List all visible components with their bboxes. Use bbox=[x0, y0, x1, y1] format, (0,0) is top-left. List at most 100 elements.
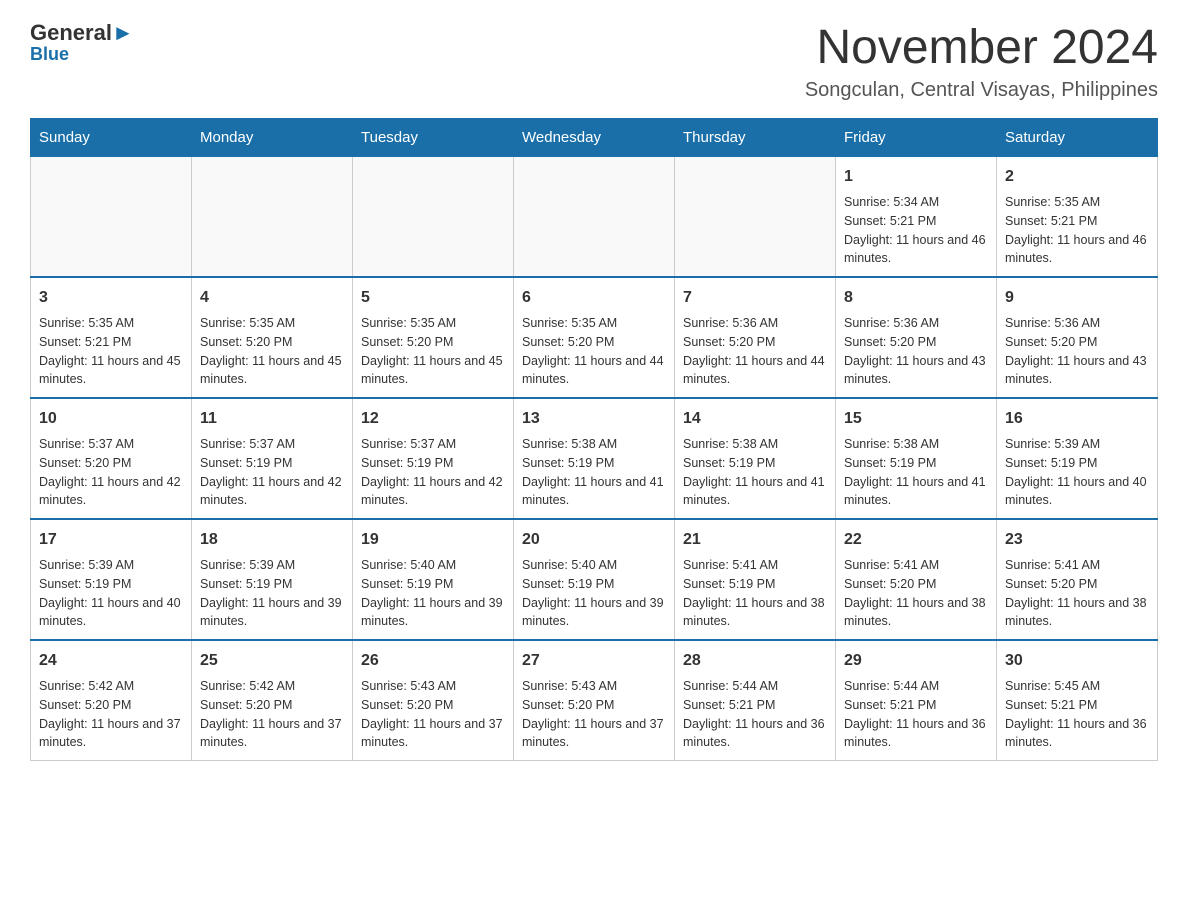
day-info: Sunrise: 5:36 AMSunset: 5:20 PMDaylight:… bbox=[683, 314, 827, 389]
col-sunday: Sunday bbox=[31, 119, 192, 157]
calendar-week-row: 3Sunrise: 5:35 AMSunset: 5:21 PMDaylight… bbox=[31, 277, 1158, 398]
day-number: 24 bbox=[39, 649, 183, 673]
calendar-week-row: 10 Sunrise: 5:37 AMSunset: 5:20 PMDayligh… bbox=[31, 398, 1158, 519]
calendar-cell bbox=[514, 157, 675, 278]
calendar-week-row: 17 Sunrise: 5:39 AMSunset: 5:19 PMDayligh… bbox=[31, 519, 1158, 640]
page-header: General ► Blue November 2024 Songculan, … bbox=[30, 20, 1158, 102]
calendar-table: Sunday Monday Tuesday Wednesday Thursday… bbox=[30, 118, 1158, 761]
day-number: 10 bbox=[39, 407, 183, 431]
day-number: 15 bbox=[844, 407, 988, 431]
location-title: Songculan, Central Visayas, Philippines bbox=[805, 79, 1158, 102]
day-number: 22 bbox=[844, 528, 988, 552]
calendar-cell: 22 Sunrise: 5:41 AMSunset: 5:20 PMDayligh… bbox=[836, 519, 997, 640]
logo-sub: Blue bbox=[30, 44, 69, 65]
day-number: 5 bbox=[361, 286, 505, 310]
calendar-cell: 11 Sunrise: 5:37 AMSunset: 5:19 PMDayligh… bbox=[192, 398, 353, 519]
day-info: Sunrise: 5:38 AMSunset: 5:19 PMDaylight:… bbox=[522, 435, 666, 510]
logo-text: General ► bbox=[30, 20, 134, 46]
calendar-cell: 10 Sunrise: 5:37 AMSunset: 5:20 PMDayligh… bbox=[31, 398, 192, 519]
day-info: Sunrise: 5:41 AMSunset: 5:19 PMDaylight:… bbox=[683, 556, 827, 631]
calendar-cell: 19 Sunrise: 5:40 AMSunset: 5:19 PMDayligh… bbox=[353, 519, 514, 640]
calendar-cell: 13 Sunrise: 5:38 AMSunset: 5:19 PMDayligh… bbox=[514, 398, 675, 519]
day-info: Sunrise: 5:37 AMSunset: 5:19 PMDaylight:… bbox=[361, 435, 505, 510]
calendar-cell: 27 Sunrise: 5:43 AMSunset: 5:20 PMDayligh… bbox=[514, 640, 675, 761]
day-number: 1 bbox=[844, 165, 988, 189]
col-saturday: Saturday bbox=[997, 119, 1158, 157]
calendar-cell: 9 Sunrise: 5:36 AMSunset: 5:20 PMDaylight… bbox=[997, 277, 1158, 398]
day-number: 19 bbox=[361, 528, 505, 552]
day-info: Sunrise: 5:45 AMSunset: 5:21 PMDaylight:… bbox=[1005, 677, 1149, 752]
day-number: 30 bbox=[1005, 649, 1149, 673]
day-number: 23 bbox=[1005, 528, 1149, 552]
day-info: Sunrise: 5:39 AMSunset: 5:19 PMDaylight:… bbox=[39, 556, 183, 631]
day-info: Sunrise: 5:37 AMSunset: 5:19 PMDaylight:… bbox=[200, 435, 344, 510]
day-number: 18 bbox=[200, 528, 344, 552]
calendar-cell: 8 Sunrise: 5:36 AMSunset: 5:20 PMDaylight… bbox=[836, 277, 997, 398]
title-section: November 2024 Songculan, Central Visayas… bbox=[805, 20, 1158, 102]
calendar-cell bbox=[353, 157, 514, 278]
calendar-cell: 28 Sunrise: 5:44 AMSunset: 5:21 PMDayligh… bbox=[675, 640, 836, 761]
calendar-cell: 30 Sunrise: 5:45 AMSunset: 5:21 PMDayligh… bbox=[997, 640, 1158, 761]
logo: General ► Blue bbox=[30, 20, 134, 65]
day-info: Sunrise: 5:41 AMSunset: 5:20 PMDaylight:… bbox=[844, 556, 988, 631]
day-number: 8 bbox=[844, 286, 988, 310]
day-number: 27 bbox=[522, 649, 666, 673]
day-number: 2 bbox=[1005, 165, 1149, 189]
day-number: 4 bbox=[200, 286, 344, 310]
day-number: 9 bbox=[1005, 286, 1149, 310]
day-number: 29 bbox=[844, 649, 988, 673]
day-info: Sunrise: 5:36 AMSunset: 5:20 PMDaylight:… bbox=[1005, 314, 1149, 389]
calendar-cell: 3Sunrise: 5:35 AMSunset: 5:21 PMDaylight… bbox=[31, 277, 192, 398]
day-info: Sunrise: 5:38 AMSunset: 5:19 PMDaylight:… bbox=[844, 435, 988, 510]
day-info: Sunrise: 5:44 AMSunset: 5:21 PMDaylight:… bbox=[683, 677, 827, 752]
calendar-cell: 29 Sunrise: 5:44 AMSunset: 5:21 PMDayligh… bbox=[836, 640, 997, 761]
calendar-cell bbox=[192, 157, 353, 278]
calendar-cell: 15 Sunrise: 5:38 AMSunset: 5:19 PMDayligh… bbox=[836, 398, 997, 519]
calendar-cell: 21 Sunrise: 5:41 AMSunset: 5:19 PMDayligh… bbox=[675, 519, 836, 640]
day-info: Sunrise: 5:35 AMSunset: 5:20 PMDaylight:… bbox=[200, 314, 344, 389]
day-info: Sunrise: 5:35 AMSunset: 5:21 PMDaylight:… bbox=[1005, 193, 1149, 268]
day-number: 7 bbox=[683, 286, 827, 310]
day-info: Sunrise: 5:35 AMSunset: 5:20 PMDaylight:… bbox=[361, 314, 505, 389]
calendar-cell: 4 Sunrise: 5:35 AMSunset: 5:20 PMDaylight… bbox=[192, 277, 353, 398]
day-info: Sunrise: 5:39 AMSunset: 5:19 PMDaylight:… bbox=[1005, 435, 1149, 510]
day-number: 3 bbox=[39, 286, 183, 310]
calendar-cell: 2 Sunrise: 5:35 AMSunset: 5:21 PMDaylight… bbox=[997, 157, 1158, 278]
day-info: Sunrise: 5:37 AMSunset: 5:20 PMDaylight:… bbox=[39, 435, 183, 510]
day-number: 26 bbox=[361, 649, 505, 673]
day-number: 13 bbox=[522, 407, 666, 431]
col-friday: Friday bbox=[836, 119, 997, 157]
calendar-cell: 14Sunrise: 5:38 AMSunset: 5:19 PMDayligh… bbox=[675, 398, 836, 519]
day-info: Sunrise: 5:43 AMSunset: 5:20 PMDaylight:… bbox=[522, 677, 666, 752]
month-title: November 2024 bbox=[805, 20, 1158, 75]
day-info: Sunrise: 5:44 AMSunset: 5:21 PMDaylight:… bbox=[844, 677, 988, 752]
logo-general: General bbox=[30, 20, 112, 46]
calendar-cell: 7 Sunrise: 5:36 AMSunset: 5:20 PMDaylight… bbox=[675, 277, 836, 398]
calendar-header-row: Sunday Monday Tuesday Wednesday Thursday… bbox=[31, 119, 1158, 157]
calendar-cell: 24 Sunrise: 5:42 AMSunset: 5:20 PMDayligh… bbox=[31, 640, 192, 761]
calendar-cell: 20Sunrise: 5:40 AMSunset: 5:19 PMDayligh… bbox=[514, 519, 675, 640]
day-info: Sunrise: 5:42 AMSunset: 5:20 PMDaylight:… bbox=[39, 677, 183, 752]
day-number: 6 bbox=[522, 286, 666, 310]
day-info: Sunrise: 5:43 AMSunset: 5:20 PMDaylight:… bbox=[361, 677, 505, 752]
col-wednesday: Wednesday bbox=[514, 119, 675, 157]
calendar-cell: 6Sunrise: 5:35 AMSunset: 5:20 PMDaylight… bbox=[514, 277, 675, 398]
calendar-week-row: 1 Sunrise: 5:34 AMSunset: 5:21 PMDaylight… bbox=[31, 157, 1158, 278]
col-monday: Monday bbox=[192, 119, 353, 157]
day-info: Sunrise: 5:34 AMSunset: 5:21 PMDaylight:… bbox=[844, 193, 988, 268]
day-info: Sunrise: 5:36 AMSunset: 5:20 PMDaylight:… bbox=[844, 314, 988, 389]
calendar-cell: 26 Sunrise: 5:43 AMSunset: 5:20 PMDayligh… bbox=[353, 640, 514, 761]
day-info: Sunrise: 5:41 AMSunset: 5:20 PMDaylight:… bbox=[1005, 556, 1149, 631]
day-number: 17 bbox=[39, 528, 183, 552]
day-number: 21 bbox=[683, 528, 827, 552]
day-info: Sunrise: 5:40 AMSunset: 5:19 PMDaylight:… bbox=[361, 556, 505, 631]
day-number: 28 bbox=[683, 649, 827, 673]
day-number: 11 bbox=[200, 407, 344, 431]
calendar-cell: 18Sunrise: 5:39 AMSunset: 5:19 PMDayligh… bbox=[192, 519, 353, 640]
day-number: 25 bbox=[200, 649, 344, 673]
day-info: Sunrise: 5:40 AMSunset: 5:19 PMDaylight:… bbox=[522, 556, 666, 631]
calendar-week-row: 24 Sunrise: 5:42 AMSunset: 5:20 PMDayligh… bbox=[31, 640, 1158, 761]
day-info: Sunrise: 5:38 AMSunset: 5:19 PMDaylight:… bbox=[683, 435, 827, 510]
calendar-cell: 17 Sunrise: 5:39 AMSunset: 5:19 PMDayligh… bbox=[31, 519, 192, 640]
calendar-cell bbox=[31, 157, 192, 278]
